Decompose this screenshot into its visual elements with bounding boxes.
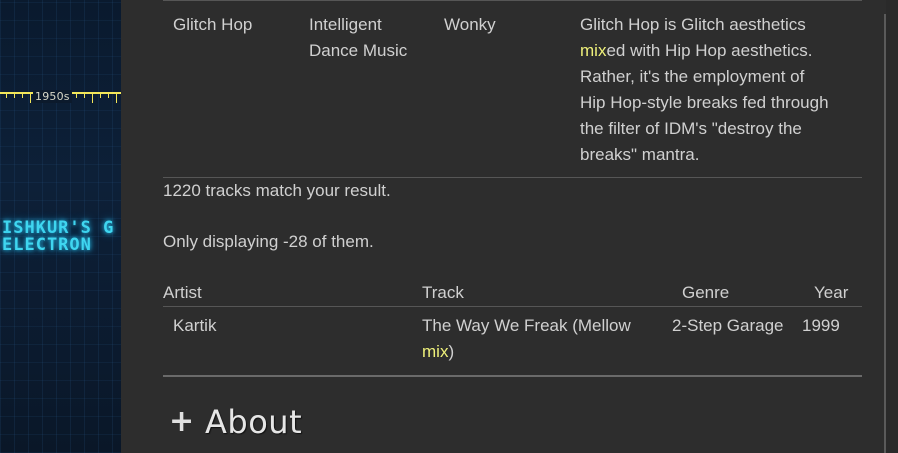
timeline-decade-label[interactable]: 1950s xyxy=(33,90,72,103)
track-genre-text: 2-Step Garage xyxy=(672,316,784,335)
match-count-text: 1220 tracks match your result. xyxy=(163,181,391,200)
timeline-tick xyxy=(92,92,93,103)
timeline-tick xyxy=(108,92,109,98)
column-header-artist[interactable]: Artist xyxy=(163,280,422,307)
timeline-tick xyxy=(22,92,23,98)
timeline-tick xyxy=(76,92,77,98)
track-year-text: 1999 xyxy=(802,316,840,335)
timeline-tick xyxy=(116,92,117,103)
track-artist-cell[interactable]: Kartik xyxy=(163,307,422,377)
genre-description-cell: Glitch Hop is Glitch aesthetics mixed wi… xyxy=(570,1,862,178)
column-header-track[interactable]: Track xyxy=(422,280,682,307)
display-count-text: Only displaying -28 of them. xyxy=(163,232,374,251)
genre-info-table: Glitch Hop Intelligent Dance Music Wonky… xyxy=(163,0,862,178)
scrollbar-gutter xyxy=(886,0,898,453)
column-header-genre-label: Genre xyxy=(682,283,730,302)
genre-alias-cell: Wonky xyxy=(444,15,496,34)
genre-parent-cell: Intelligent Dance Music xyxy=(309,15,408,60)
genre-name-cell: Glitch Hop xyxy=(173,15,253,34)
about-heading: About xyxy=(205,403,303,441)
search-highlight: mix xyxy=(580,41,607,60)
track-title-cell[interactable]: The Way We Freak (Mellow mix) xyxy=(422,307,682,377)
track-title-text: The Way We Freak (Mellow xyxy=(422,316,631,335)
timeline-tick xyxy=(100,92,101,98)
background-artwork: 1950s ISHKUR'S G ELECTRON xyxy=(0,0,121,453)
track-year-cell: 1999 xyxy=(802,307,862,377)
plus-icon: + xyxy=(169,404,195,439)
description-text: ed with Hip Hop aesthetics. Rather, it's… xyxy=(580,41,829,164)
track-title-text: ) xyxy=(448,342,455,361)
column-header-genre[interactable]: Genre xyxy=(682,280,814,307)
timeline-tick xyxy=(84,92,85,98)
column-header-year[interactable]: Year xyxy=(814,280,862,307)
track-results-table: Artist Track Genre Year Kartik The Way W… xyxy=(163,280,862,377)
search-highlight: mix xyxy=(422,342,449,361)
track-row[interactable]: Kartik The Way We Freak (Mellow mix) 2-S… xyxy=(163,307,862,377)
timeline-tick xyxy=(30,92,31,103)
timeline-tick xyxy=(14,92,15,98)
track-header-row: Artist Track Genre Year xyxy=(163,280,862,307)
description-text: Glitch Hop is Glitch aesthetics xyxy=(580,15,806,34)
timeline-ruler: 1950s xyxy=(0,88,121,104)
timeline-tick xyxy=(6,92,7,98)
about-section-toggle[interactable]: + About xyxy=(163,400,302,444)
site-logo-neon: ISHKUR'S G ELECTRON xyxy=(2,218,115,255)
genre-row: Glitch Hop Intelligent Dance Music Wonky… xyxy=(163,0,862,178)
track-genre-cell: 2-Step Garage xyxy=(672,307,814,377)
